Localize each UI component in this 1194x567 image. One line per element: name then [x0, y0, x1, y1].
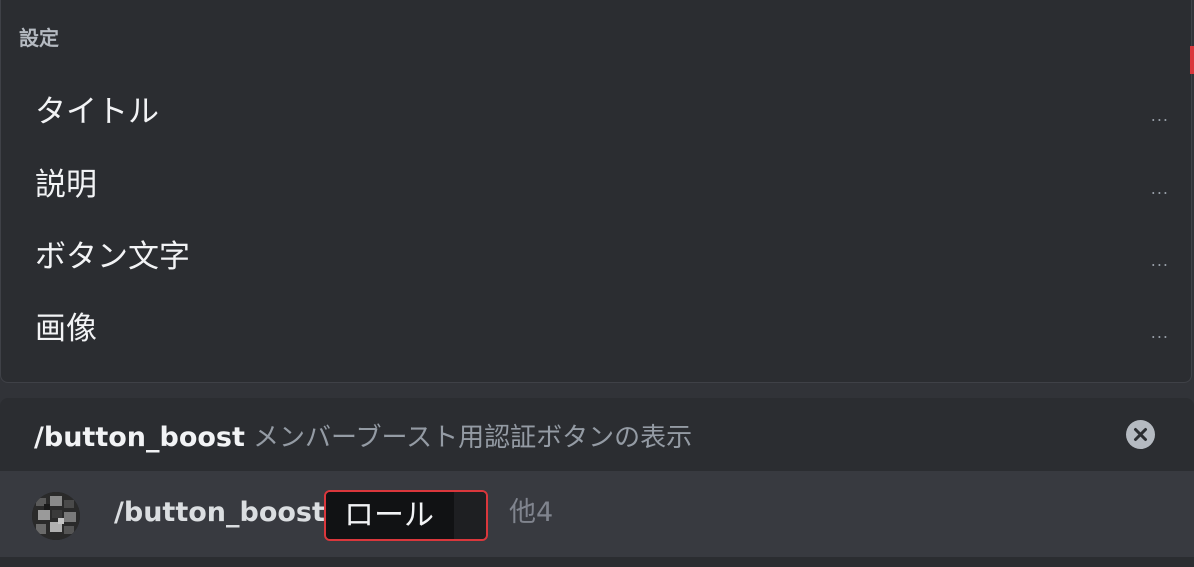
option-more-indicator: ...: [1150, 323, 1169, 342]
option-item-description[interactable]: 説明 ...: [1, 149, 1191, 221]
option-item-button-text[interactable]: ボタン文字 ...: [1, 221, 1191, 293]
role-parameter-field[interactable]: ロール: [324, 490, 488, 541]
command-description: メンバーブースト用認証ボタンの表示: [253, 423, 693, 453]
command-header: /button_boost メンバーブースト用認証ボタンの表示: [0, 398, 1194, 470]
more-parameters-indicator[interactable]: 他4: [509, 493, 553, 533]
command-panel: /button_boost メンバーブースト用認証ボタンの表示 /button_…: [0, 398, 1194, 567]
option-more-indicator: ...: [1150, 106, 1169, 125]
command-options-popup: 設定 タイトル ... 説明 ... ボタン文字 ... 画像 ...: [0, 0, 1192, 383]
option-item-image[interactable]: 画像 ...: [1, 293, 1191, 365]
role-parameter-value[interactable]: [454, 492, 486, 539]
app-root: 設定 タイトル ... 説明 ... ボタン文字 ... 画像 ... /but…: [0, 0, 1194, 567]
option-more-indicator: ...: [1150, 179, 1169, 198]
close-icon[interactable]: [1126, 420, 1155, 449]
command-name: /button_boost: [34, 422, 245, 453]
edge-accent-marker: [1190, 46, 1194, 74]
input-command-text: /button_boost: [114, 497, 325, 528]
role-parameter-label: ロール: [326, 492, 454, 539]
option-label: タイトル: [35, 94, 159, 130]
option-item-title[interactable]: タイトル ...: [1, 76, 1191, 148]
option-label: 説明: [35, 167, 97, 203]
option-label: 画像: [35, 311, 97, 347]
command-input-bar[interactable]: /button_boost ロール 他4: [0, 471, 1194, 557]
option-label: ボタン文字: [35, 239, 190, 275]
bot-avatar-icon: [32, 492, 80, 540]
options-section-title: 設定: [19, 26, 59, 50]
option-more-indicator: ...: [1150, 251, 1169, 270]
